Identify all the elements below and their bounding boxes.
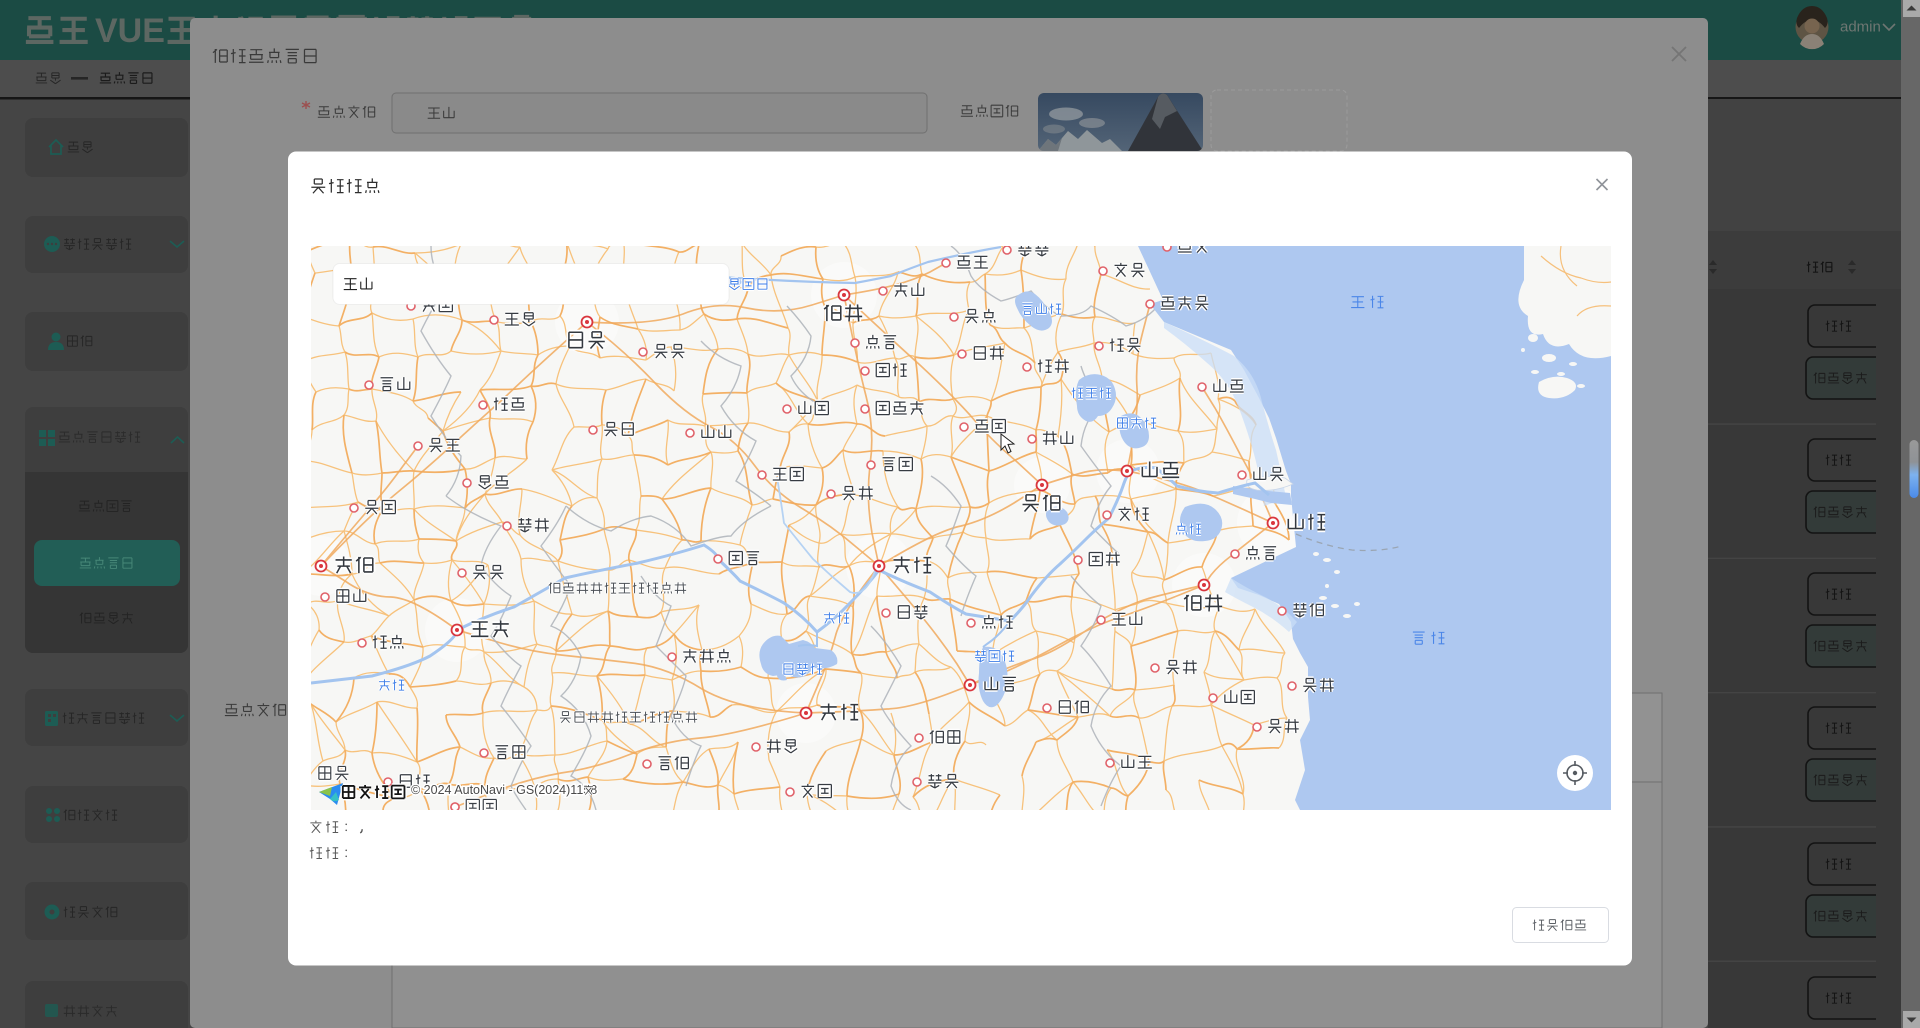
svg-text:© 2024 AutoNavi - GS(2024)1158: © 2024 AutoNavi - GS(2024)1158 [411,783,597,797]
svg-text:VUE: VUE [95,12,165,50]
svg-text:admin: admin [1840,19,1881,36]
